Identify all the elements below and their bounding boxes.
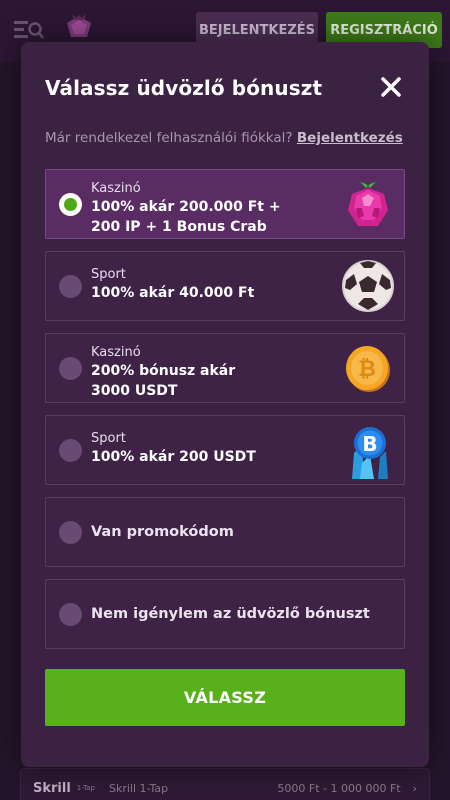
submit-button[interactable]: VÁLASSZ: [45, 669, 405, 726]
bonus-option-casino-usdt[interactable]: Kaszinó 200% bónusz akár 3000 USDT ₿: [45, 333, 405, 403]
svg-text:B: B: [362, 432, 377, 456]
option-description-line1: 100% akár 200 USDT: [91, 449, 256, 465]
svg-text:₿: ₿: [358, 357, 376, 382]
no-bonus-option[interactable]: Nem igénylem az üdvözlő bónuszt: [45, 579, 405, 649]
close-icon[interactable]: [379, 75, 403, 99]
chevron-right-icon: ›: [412, 781, 417, 795]
option-description-line2: 3000 USDT: [91, 383, 178, 399]
soccer-ball-icon: [342, 260, 394, 312]
login-link[interactable]: Bejelentkezés: [297, 130, 403, 146]
option-label: Van promokódom: [91, 524, 234, 540]
modal-title: Válassz üdvözlő bónuszt: [45, 76, 323, 100]
login-prompt: Már rendelkezel felhasználói fiókkal? Be…: [45, 130, 403, 146]
option-label: Nem igénylem az üdvözlő bónuszt: [91, 606, 370, 622]
option-description-line1: 100% akár 200.000 Ft +: [91, 199, 281, 215]
radio-button[interactable]: [59, 521, 82, 544]
bitcoin-coin-icon: ₿: [346, 346, 390, 392]
radio-button[interactable]: [59, 603, 82, 626]
skrill-logo-sub: 1-Tap: [76, 784, 95, 792]
skrill-logo: Skrill: [33, 780, 71, 796]
bonus-option-sport-usdt[interactable]: Sport 100% akár 200 USDT B: [45, 415, 405, 485]
logo-icon[interactable]: [64, 12, 94, 42]
option-description-line1: 100% akár 40.000 Ft: [91, 285, 255, 301]
option-category: Kaszinó: [91, 181, 141, 196]
radio-button[interactable]: [59, 357, 82, 380]
bitcoin-crystal-icon: B: [352, 427, 388, 479]
radio-button[interactable]: [59, 275, 82, 298]
payment-method-row[interactable]: Skrill 1-Tap Skrill 1-Tap 5000 Ft - 1 00…: [20, 768, 430, 800]
payment-method-name: Skrill 1-Tap: [108, 781, 169, 795]
option-category: Kaszinó: [91, 345, 141, 360]
raspberry-icon: [348, 180, 388, 226]
promo-code-option[interactable]: Van promokódom: [45, 497, 405, 567]
bonus-modal: Válassz üdvözlő bónuszt Már rendelkezel …: [21, 42, 429, 767]
radio-button[interactable]: [59, 439, 82, 462]
bonus-option-casino-200000[interactable]: Kaszinó 100% akár 200.000 Ft + 200 IP + …: [45, 169, 405, 239]
option-category: Sport: [91, 431, 126, 446]
option-description-line1: 200% bónusz akár: [91, 363, 236, 379]
bonus-option-sport-40000[interactable]: Sport 100% akár 40.000 Ft: [45, 251, 405, 321]
menu-search-icon[interactable]: [14, 18, 44, 42]
option-description-line2: 200 IP + 1 Bonus Crab: [91, 219, 267, 235]
radio-button-selected[interactable]: [59, 193, 82, 216]
login-prompt-text: Már rendelkezel felhasználói fiókkal?: [45, 130, 293, 146]
payment-range: 5000 Ft - 1 000 000 Ft: [277, 781, 401, 795]
option-category: Sport: [91, 267, 126, 282]
